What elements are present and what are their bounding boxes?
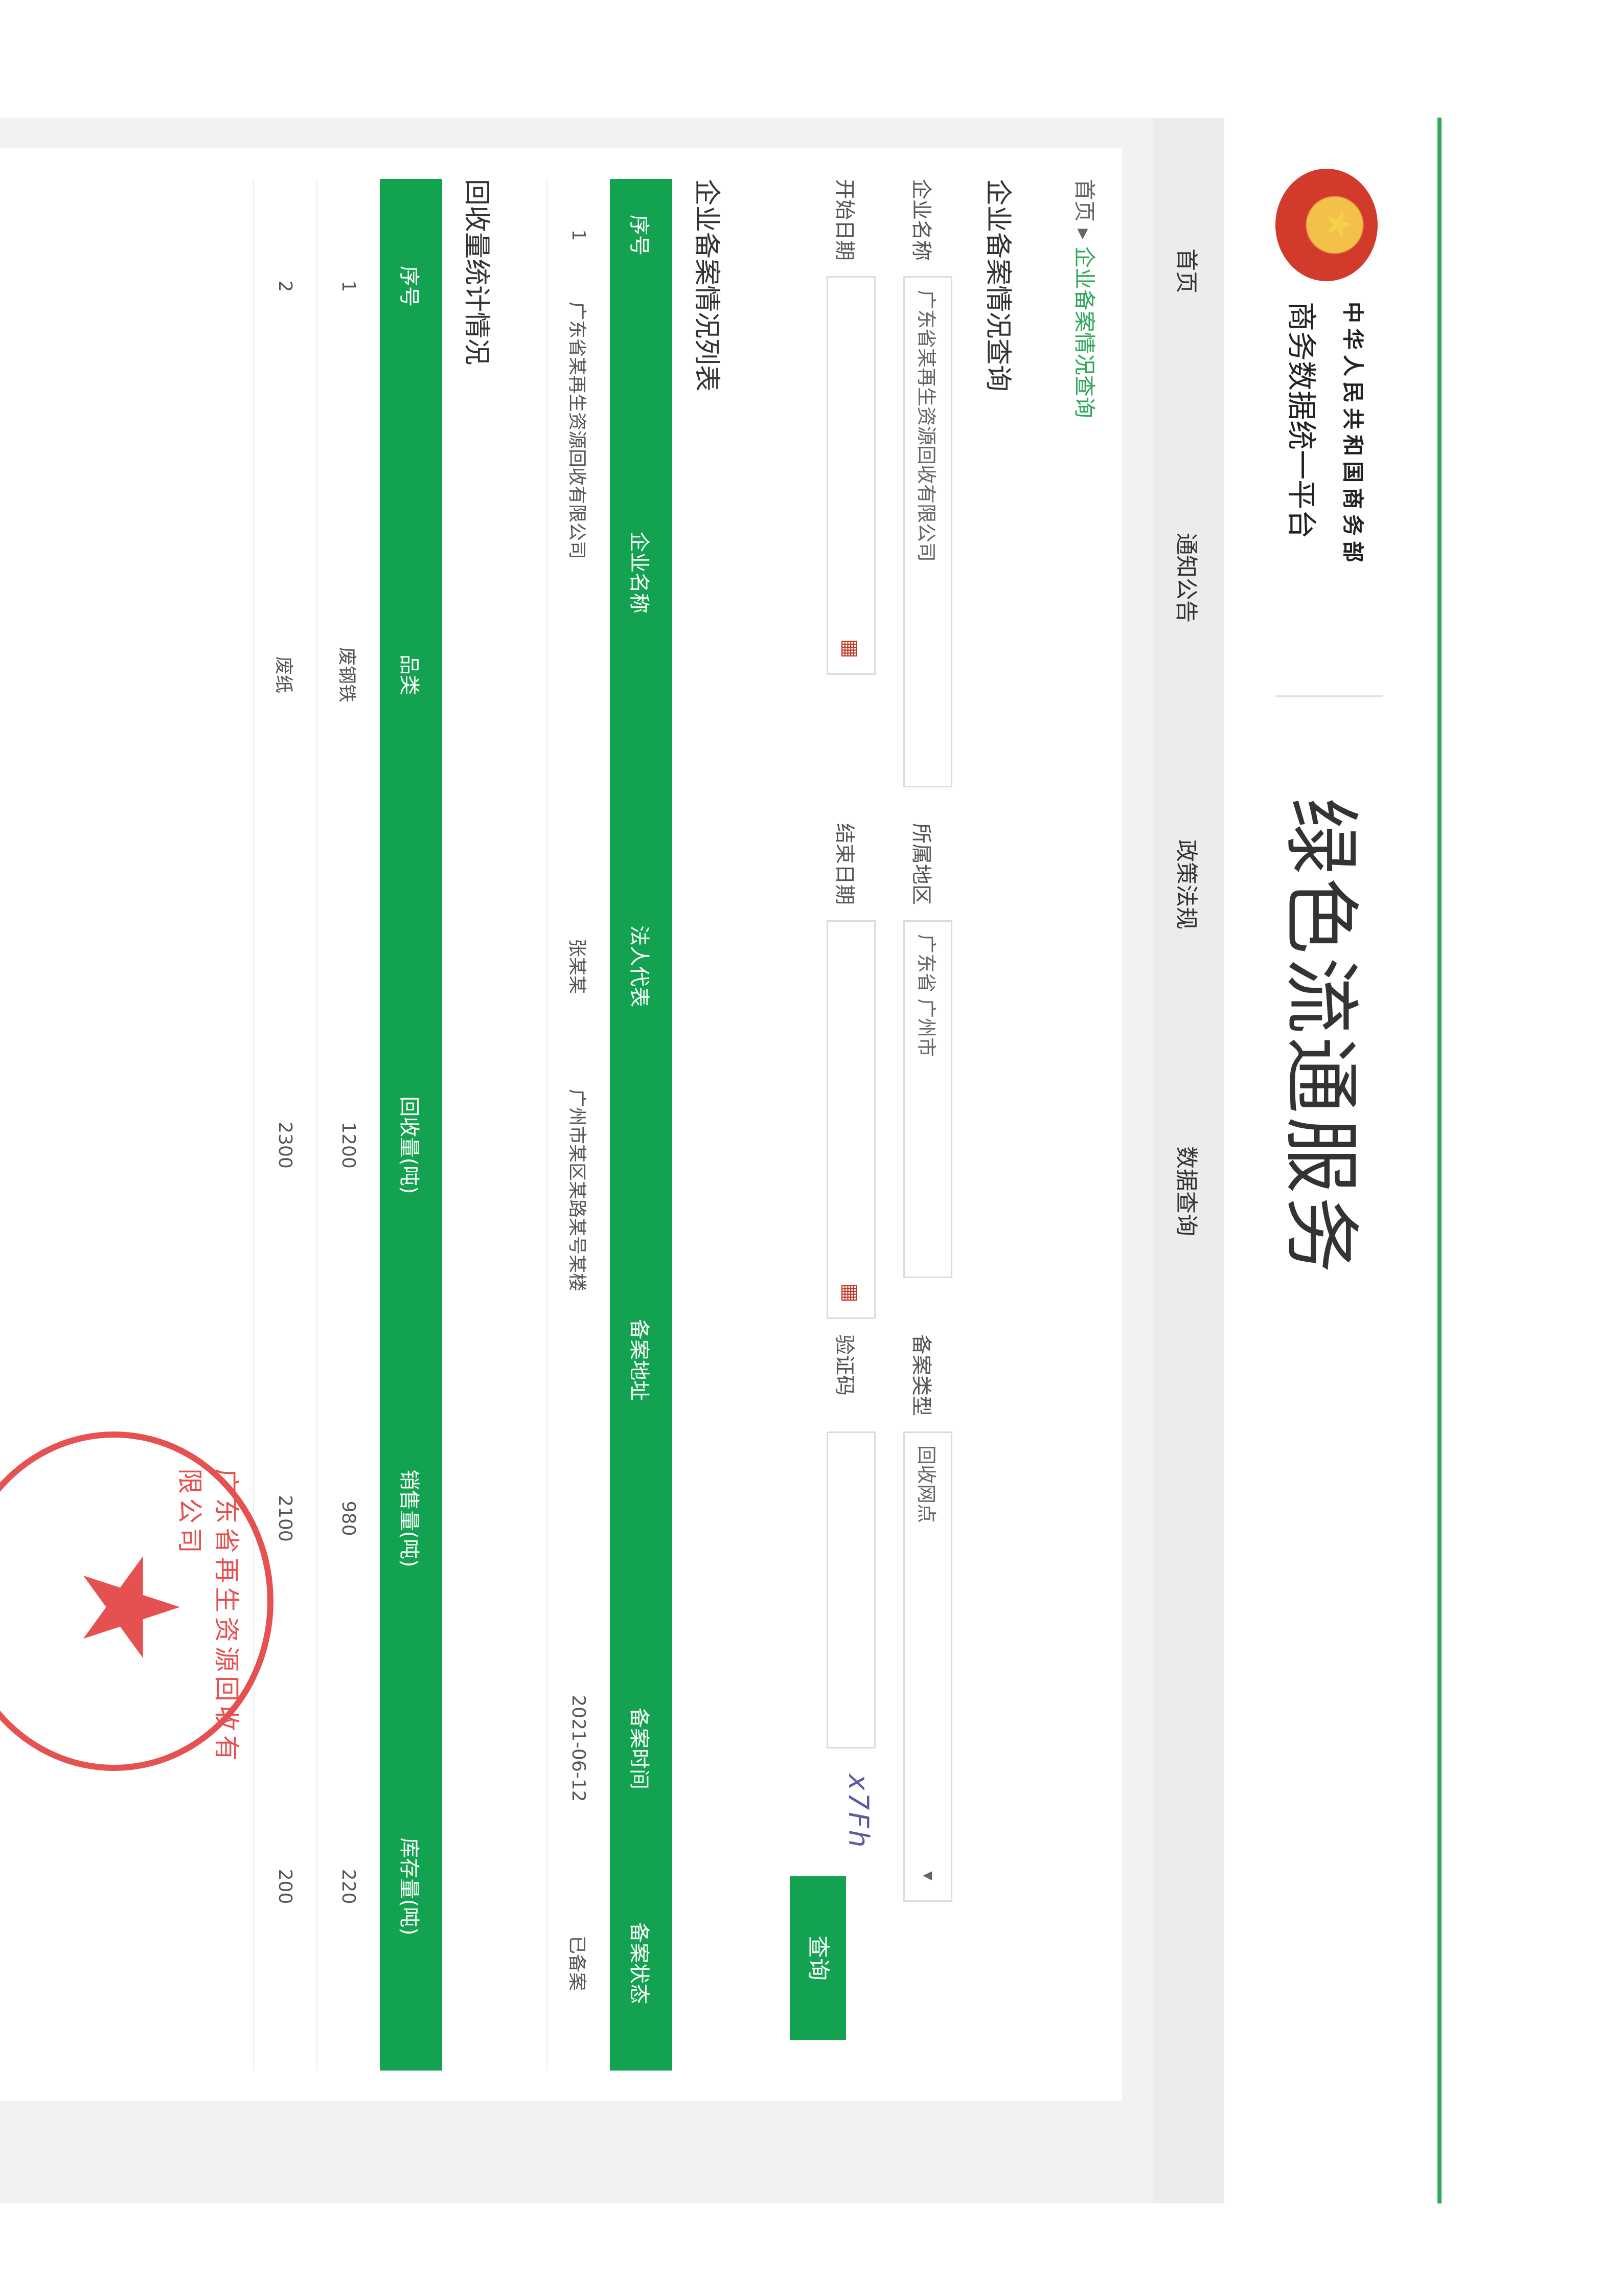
result-header-row: 序号 企业名称 法人代表 备案地址 备案时间 备案状态	[610, 179, 672, 2071]
breadcrumb-home[interactable]: 首页	[1072, 179, 1097, 222]
column-header: 备案地址	[610, 1079, 672, 1641]
company-seal: 广东省再生资源回收有限公司 ★	[0, 1431, 273, 1771]
table-cell: 2021-06-12	[547, 1641, 610, 1856]
table-cell: 张某某	[547, 854, 610, 1079]
nav-item-policies[interactable]: 政策法规	[1172, 731, 1205, 1038]
rotated-page: 中华人民共和国商务部 商务数据统一平台 绿色流通服务 首页 通知公告 政策法规 …	[0, 0, 1623, 2296]
table-row[interactable]: 1 广东省某再生资源回收有限公司 张某某 广州市某区某路某号某楼 2021-06…	[547, 179, 610, 2071]
stats-header-row: 序号 品类 回收量(吨) 销售量(吨) 库存量(吨)	[380, 179, 442, 2071]
end-date-input[interactable]	[827, 920, 876, 1319]
column-header: 序号	[380, 179, 442, 394]
table-cell: 已备案	[547, 1856, 610, 2071]
captcha-image[interactable]: x7Fh	[842, 1774, 875, 1850]
table-cell: 广东省某再生资源回收有限公司	[547, 291, 610, 854]
column-header: 备案时间	[610, 1641, 672, 1856]
logo-line-1: 中华人民共和国商务部	[1340, 302, 1366, 568]
chevron-down-icon[interactable]: ▾	[918, 1871, 939, 1880]
column-header: 品类	[380, 394, 442, 956]
logo-line-2: 商务数据统一平台	[1284, 302, 1319, 539]
column-header: 序号	[610, 179, 672, 291]
query-button[interactable]: 查询	[790, 1876, 846, 2040]
column-header: 法人代表	[610, 854, 672, 1079]
site-logo[interactable]: 中华人民共和国商务部 商务数据统一平台	[1275, 169, 1378, 567]
captcha-input[interactable]	[827, 1431, 876, 1748]
table-cell: 1	[317, 179, 380, 394]
table-cell: 200	[254, 1702, 317, 2071]
calendar-icon[interactable]: ▦	[839, 1283, 862, 1303]
column-header: 库存量(吨)	[380, 1702, 442, 2071]
result-title: 企业备案情况列表	[691, 179, 722, 392]
query-card: 首页 ▸ 企业备案情况查询 企业备案情况查询 企业名称 广东省某再生资源回收有限…	[0, 148, 1122, 2101]
table-cell: 2	[254, 179, 317, 394]
breadcrumb-current: 企业备案情况查询	[1072, 246, 1097, 418]
table-cell: 废钢铁	[317, 394, 380, 956]
breadcrumb: 首页 ▸ 企业备案情况查询	[1070, 179, 1102, 418]
column-header: 回收量(吨)	[380, 956, 442, 1334]
header-rule	[1437, 118, 1442, 2203]
region-input[interactable]: 广东省 广州市	[903, 920, 952, 1278]
result-table: 序号 企业名称 法人代表 备案地址 备案时间 备案状态 1 广东省某再生资源回收…	[546, 179, 672, 2071]
nav-item-data-query[interactable]: 数据查询	[1172, 1038, 1205, 1345]
captcha-label: 验证码	[833, 1334, 856, 1396]
site-title: 绿色流通服务	[1276, 798, 1365, 1277]
region-label: 所属地区	[909, 823, 933, 905]
stats-title: 回收量统计情况	[461, 179, 492, 366]
start-date-input[interactable]	[827, 276, 876, 675]
table-row[interactable]: 1 废钢铁 1200 980 220	[317, 179, 380, 2071]
table-cell: 废纸	[254, 394, 317, 956]
table-cell: 1200	[317, 956, 380, 1334]
type-select[interactable]: 回收网点	[903, 1431, 952, 1902]
calendar-icon[interactable]: ▦	[839, 639, 862, 658]
content-area: 首页 ▸ 企业备案情况查询 企业备案情况查询 企业名称 广东省某再生资源回收有限…	[0, 118, 1153, 2203]
nav-item-home[interactable]: 首页	[1172, 118, 1205, 424]
stats-table: 序号 品类 回收量(吨) 销售量(吨) 库存量(吨) 1 废钢铁 1200 98…	[253, 179, 442, 2071]
breadcrumb-separator: ▸	[1072, 229, 1097, 240]
end-date-label: 结束日期	[833, 823, 856, 905]
main-nav: 首页 通知公告 政策法规 数据查询	[1153, 118, 1224, 2203]
logo-text: 中华人民共和国商务部 商务数据统一平台	[1283, 302, 1370, 567]
column-header: 销售量(吨)	[380, 1334, 442, 1702]
star-icon: ★	[52, 1548, 207, 1667]
company-label: 企业名称	[909, 179, 933, 261]
start-date-label: 开始日期	[833, 179, 856, 261]
table-cell: 2300	[254, 956, 317, 1334]
nav-item-notices[interactable]: 通知公告	[1172, 424, 1205, 731]
national-emblem-icon	[1275, 169, 1378, 281]
column-header: 企业名称	[610, 291, 672, 854]
company-input[interactable]: 广东省某再生资源回收有限公司	[903, 276, 952, 787]
table-cell: 220	[317, 1702, 380, 2071]
table-cell: 广州市某区某路某号某楼	[547, 1079, 610, 1641]
type-label: 备案类型	[909, 1334, 933, 1416]
table-cell: 1	[547, 179, 610, 291]
table-row[interactable]: 2 废纸 2300 2100 200	[254, 179, 317, 2071]
column-header: 备案状态	[610, 1856, 672, 2071]
header-divider	[1275, 695, 1383, 697]
table-cell: 980	[317, 1334, 380, 1702]
query-title: 企业备案情况查询	[982, 179, 1013, 392]
